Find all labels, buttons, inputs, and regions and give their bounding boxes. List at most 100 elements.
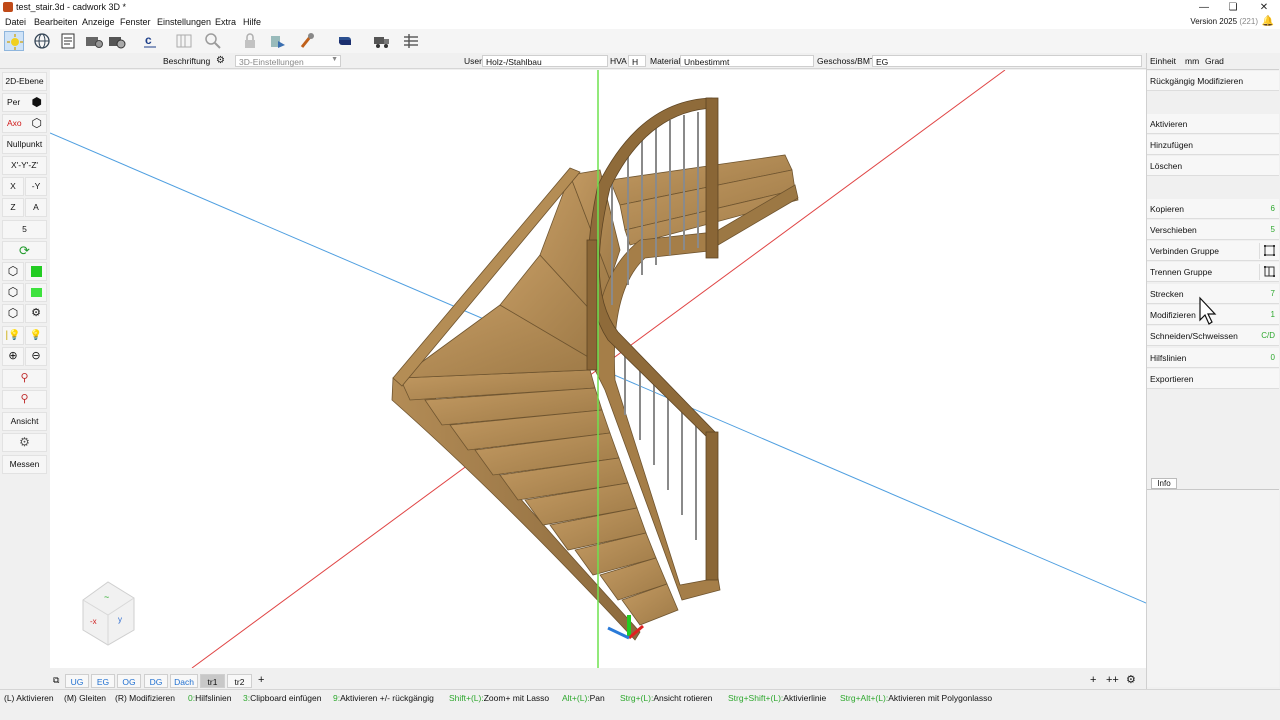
menu-hilfe[interactable]: Hilfe (243, 17, 261, 27)
hinzufuegen-button[interactable]: Hinzufügen (1147, 135, 1279, 155)
user-field[interactable]: Holz-/Stahlbau (482, 55, 608, 67)
window-title: test_stair.3d - cadwork 3D * (16, 2, 127, 12)
loeschen-button[interactable]: Löschen (1147, 156, 1279, 176)
maximize-button[interactable]: ❏ (1219, 0, 1247, 15)
menu-bearbeiten[interactable]: Bearbeiten (34, 17, 78, 27)
tab-dg[interactable]: DG (144, 674, 168, 688)
cube-render-icon[interactable]: ⬡ (2, 283, 24, 302)
3d-settings-dropdown[interactable]: 3D-Einstellungen ▼ (235, 55, 341, 67)
perspective-button[interactable]: Per ⬢ (2, 93, 47, 112)
menu-einstellungen[interactable]: Einstellungen (157, 17, 211, 27)
zoom-in-icon[interactable]: ⊕ (2, 347, 24, 366)
exportieren-button[interactable]: Exportieren (1147, 369, 1279, 389)
view-z-button[interactable]: Z (2, 198, 24, 217)
verbinden-gruppe-button[interactable]: Verbinden Gruppe (1147, 241, 1279, 261)
undo-modifizieren-button[interactable]: Rückgängig Modifizieren (1147, 71, 1279, 91)
status-hint-clipboard: 3:Clipboard einfügen (243, 693, 322, 703)
sun-lighting-icon[interactable] (4, 31, 24, 51)
add-multiple-icon[interactable]: ++ (1106, 674, 1119, 686)
hva-label: HVA (610, 56, 627, 66)
close-button[interactable]: ✕ (1250, 0, 1278, 15)
add-icon[interactable]: + (1090, 674, 1096, 686)
zoom-all-icon[interactable]: ⚲ (2, 369, 47, 388)
cube-view-icon[interactable]: ⬡ (2, 262, 24, 281)
schneiden-schweissen-button[interactable]: Schneiden/Schweissen C/D (1147, 326, 1279, 346)
view-x-button[interactable]: X (2, 177, 24, 196)
view-5-button[interactable]: 5 (2, 220, 47, 239)
nullpunkt-button[interactable]: Nullpunkt (2, 135, 47, 154)
light-bulb-icon[interactable]: |💡 (2, 326, 24, 345)
cube-edges-icon[interactable]: ⬡ (2, 304, 24, 323)
axes-button[interactable]: X'-Y'-Z' (2, 156, 47, 175)
menu-anzeige[interactable]: Anzeige (82, 17, 115, 27)
tab-ug[interactable]: UG (65, 674, 89, 688)
truck-icon[interactable] (372, 31, 392, 51)
messen-button[interactable]: Messen (2, 455, 47, 474)
tools-icon[interactable] (298, 31, 318, 51)
view-a-button[interactable]: A (25, 198, 47, 217)
ansicht-button[interactable]: Ansicht (2, 412, 47, 431)
trennen-gruppe-button[interactable]: Trennen Gruppe (1147, 262, 1279, 282)
export-file-icon[interactable] (268, 31, 288, 51)
2d-ebene-button[interactable]: 2D-Ebene (2, 72, 47, 91)
cadwork-c-icon[interactable]: c (140, 31, 160, 51)
hilfslinien-label: Hilfslinien (1150, 353, 1187, 363)
green-solid-icon[interactable] (25, 262, 47, 281)
tab-tr1[interactable]: tr1 (200, 674, 225, 688)
add-tab-button[interactable]: + (258, 674, 264, 686)
status-hint-rotate: Strg+(L):Ansicht rotieren (620, 693, 713, 703)
tab-dach[interactable]: Dach (170, 674, 198, 688)
group-join-icon[interactable] (1259, 243, 1277, 259)
green-shaded-icon[interactable] (25, 283, 47, 302)
aktivieren-button[interactable]: Aktivieren (1147, 114, 1279, 134)
rotate-view-icon[interactable]: ⟳ (2, 241, 47, 260)
measure-gauge-icon[interactable]: ⚙ (2, 433, 47, 452)
navigation-cube: ~ -x y (82, 581, 135, 646)
unit-mm[interactable]: mm (1185, 56, 1199, 66)
status-hint-right-click: (R) Modifizieren (115, 693, 175, 703)
machine-settings-icon[interactable] (84, 31, 104, 51)
gears-icon[interactable]: ⚙ (25, 304, 47, 323)
light-bulb-off-icon[interactable]: 💡 (25, 326, 47, 345)
floor-tabs-bar: ⧉ UG EG OG DG Dach tr1 tr2 + + ++ ⚙ (50, 673, 1146, 689)
globe-icon[interactable] (32, 31, 52, 51)
hva-field[interactable]: H (628, 55, 646, 67)
info-tab[interactable]: Info (1151, 478, 1177, 489)
tab-settings-gear-icon[interactable]: ⚙ (1126, 673, 1136, 686)
view-neg-y-button[interactable]: -Y (25, 177, 47, 196)
geschoss-field[interactable]: EG (872, 55, 1142, 67)
floor-manager-icon[interactable]: ⧉ (53, 675, 59, 686)
zoom-window-icon[interactable]: ⚲ (2, 390, 47, 409)
menu-fenster[interactable]: Fenster (120, 17, 151, 27)
menu-extra[interactable]: Extra (215, 17, 236, 27)
tab-eg[interactable]: EG (91, 674, 115, 688)
3d-viewport[interactable]: ~ -x y (50, 70, 1146, 668)
zoom-out-icon[interactable]: ⊖ (25, 347, 47, 366)
wall-frame-icon[interactable] (174, 31, 194, 51)
menu-datei[interactable]: Datei (5, 17, 26, 27)
tab-tr2[interactable]: tr2 (227, 674, 252, 688)
exportieren-label: Exportieren (1150, 374, 1194, 384)
kopieren-label: Kopieren (1150, 204, 1185, 214)
verschieben-button[interactable]: Verschieben 5 (1147, 220, 1279, 240)
stack-icon[interactable] (401, 31, 421, 51)
svg-text:~: ~ (104, 592, 109, 602)
minimize-button[interactable]: — (1190, 0, 1218, 15)
python-plugin-icon[interactable] (335, 31, 355, 51)
kopieren-button[interactable]: Kopieren 6 (1147, 199, 1279, 219)
document-list-icon[interactable] (58, 31, 78, 51)
tab-og[interactable]: OG (117, 674, 141, 688)
axonometric-button[interactable]: Axo ⬡ (2, 114, 47, 133)
hilfslinien-button[interactable]: Hilfslinien 0 (1147, 348, 1279, 368)
machine-gear-icon[interactable] (107, 31, 127, 51)
material-field[interactable]: Unbestimmt (680, 55, 814, 67)
lock-icon[interactable] (240, 31, 260, 51)
notification-bell-icon[interactable]: 🔔 (1262, 16, 1274, 27)
beschriftung-label[interactable]: Beschriftung (163, 56, 210, 66)
strecken-shortcut: 7 (1270, 289, 1275, 298)
status-hint-left-click: (L) Aktivieren (4, 693, 54, 703)
unit-grad[interactable]: Grad (1205, 56, 1224, 66)
search-icon[interactable] (203, 31, 223, 51)
group-split-icon[interactable] (1259, 264, 1277, 280)
settings-gear-icon[interactable]: ⚙ (216, 55, 225, 66)
